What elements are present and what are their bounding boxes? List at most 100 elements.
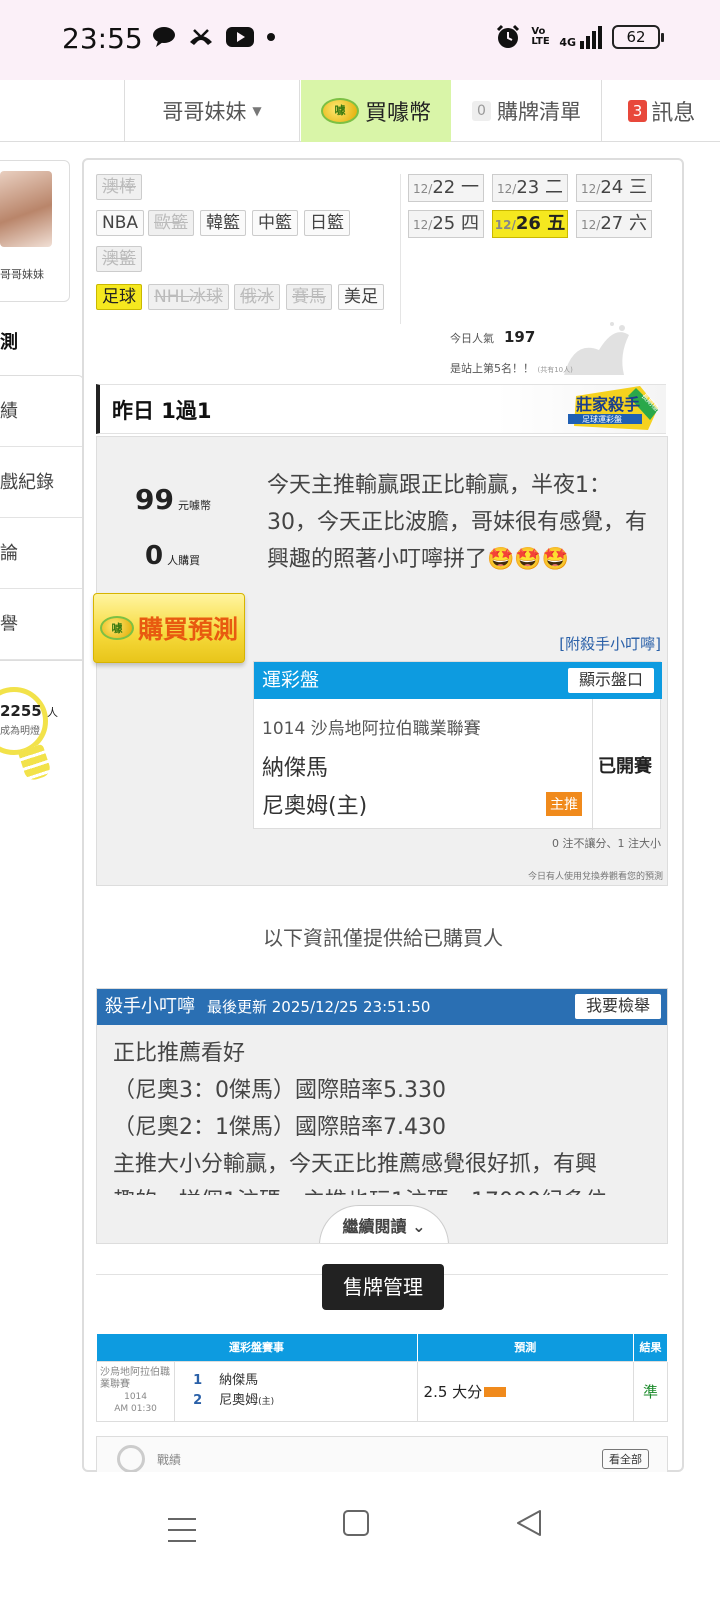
match-status: 已開賽 (598, 756, 652, 777)
report-button[interactable]: 我要檢舉 (575, 994, 661, 1019)
sidebar-menu: 績 戲紀錄 論 譽 (0, 375, 84, 661)
odds-divider (592, 699, 593, 830)
price-unit: 元噱幣 (177, 499, 211, 512)
caret-down-icon: ▼ (252, 104, 262, 118)
column-header-match: 運彩盤賽事 (96, 1334, 418, 1361)
volte-icon: Vo LTE (531, 26, 550, 47)
sport-tag-aus-baseball[interactable]: 澳棒 (96, 174, 142, 200)
sport-tag-horse-racing[interactable]: 賽馬 (286, 284, 332, 310)
coin-icon: 噱 (99, 616, 134, 640)
tip-line: 主推大小分輸贏，今天正比推薦感覺很好抓，有興 (113, 1152, 598, 1177)
cart-count-badge: 0 (472, 101, 491, 121)
prediction-value: 2.5 大分 (423, 1382, 483, 1401)
sport-tag-korea-basketball[interactable]: 韓籃 (200, 210, 246, 236)
buy-prediction-label: 購買預測 (137, 615, 238, 644)
home-icon[interactable] (343, 1510, 369, 1536)
back-icon[interactable] (514, 1508, 544, 1538)
sidebar-item-record[interactable]: 績 (0, 376, 83, 447)
beacon-caption: 成為明燈 (0, 726, 40, 737)
date-tab[interactable]: 12/27 六 (576, 210, 652, 238)
chevron-down-icon: ⌄ (412, 1217, 426, 1236)
buyer-count: 0 人購買 (145, 541, 200, 571)
date-tab[interactable]: 12/22 一 (408, 174, 484, 202)
popularity: 今日人氣 197 (450, 328, 535, 346)
system-icons: Vo LTE 4G 62 (495, 24, 664, 50)
record-label: 戰績 (157, 1453, 182, 1467)
recent-apps-icon[interactable] (168, 1518, 196, 1542)
sell-management-button[interactable]: 售牌管理 (322, 1264, 444, 1310)
sport-tag-nba[interactable]: NBA (96, 210, 145, 236)
chat-icon (153, 27, 175, 47)
attach-tips-link[interactable]: [附殺手小叮嚀] (559, 633, 661, 654)
buy-coins-label: 買噱幣 (364, 101, 431, 126)
lightbulb-base-icon (17, 743, 53, 783)
killer-tips-header: 殺手小叮嚀 最後更新 2025/12/25 23:51:50 我要檢舉 (97, 989, 667, 1025)
cart-button[interactable]: 0 購牌清單 (452, 80, 602, 142)
voucher-note: 今日有人使用兌換券觀看您的預測 (527, 872, 663, 882)
rank-note: (共有10人) (537, 366, 573, 374)
table-row[interactable]: 沙烏地阿拉伯職業聯賽 1014 AM 01:30 1 納傑馬 2 尼奧姆(主) 2.… (95, 1360, 669, 1422)
date-day: 25 (432, 213, 456, 234)
match-time: AM 01:30 (114, 1404, 157, 1414)
buyer-count-value: 0 (145, 541, 164, 571)
sport-tag-japan-basketball[interactable]: 日籃 (304, 210, 350, 236)
date-tab[interactable]: 12/24 三 (576, 174, 652, 202)
buy-prediction-button[interactable]: 噱 購買預測 (93, 593, 245, 663)
show-odds-button[interactable]: 顯示盤口 (568, 668, 654, 693)
sport-tag-russia-hockey[interactable]: 俄冰 (234, 284, 280, 310)
messages-button[interactable]: 3 訊息 (603, 80, 720, 142)
date-month: 12/ (413, 182, 433, 196)
sport-tag-china-basketball[interactable]: 中籃 (252, 210, 298, 236)
tip-line: 趣的，拼個1注碼，主推也玩1注碼，17000紀多位 (113, 1183, 653, 1195)
network-4g-label: 4G (559, 35, 576, 49)
column-header-prediction: 預測 (417, 1334, 634, 1361)
odds-title: 運彩盤 (262, 669, 320, 691)
date-tab-selected[interactable]: 12/26 五 (492, 210, 568, 238)
date-day: 24 (600, 177, 624, 198)
results-table: 運彩盤賽事 預測 結果 沙烏地阿拉伯職業聯賽 1014 AM 01:30 1 納傑… (95, 1334, 669, 1422)
view-all-button[interactable]: 看全部 (602, 1449, 649, 1469)
main-pick-mini-badge (484, 1387, 507, 1397)
team-name: 納傑馬 (219, 1372, 259, 1388)
alarm-icon (497, 24, 520, 48)
sport-tag-euro-basketball[interactable]: 歐籃 (148, 210, 194, 236)
filter-divider (400, 174, 401, 324)
date-day: 22 (432, 177, 456, 198)
clock: 23:55 (62, 22, 143, 55)
sidebar-item-game-log[interactable]: 戲紀錄 (0, 447, 83, 518)
top-nav: 哥哥妹妹 ▼ 噱 買噱幣 0 購牌清單 3 訊息 (0, 80, 720, 142)
profile-card[interactable]: 哥哥妹妹 (0, 160, 70, 302)
popularity-label: 今日人氣 (450, 332, 494, 345)
date-tab[interactable]: 12/23 二 (492, 174, 568, 202)
battery-icon: 62 (612, 25, 664, 49)
buy-coins-button[interactable]: 噱 買噱幣 (301, 80, 451, 142)
price: 99 元噱幣 (135, 483, 211, 516)
youtube-icon (226, 27, 254, 47)
date-weekday: 一 (460, 177, 479, 198)
sidebar: 哥哥妹妹 測 績 戲紀錄 論 譽 2255 人 成為明燈 (0, 142, 84, 1472)
date-weekday: 六 (628, 213, 647, 234)
sidebar-item-comments[interactable]: 論 (0, 518, 83, 589)
sport-tag-soccer[interactable]: 足球 (96, 284, 142, 310)
beacon-count-unit: 人 (46, 706, 58, 719)
prediction-box: 99 元噱幣 0 人購買 噱 購買預測 今天主推輸贏跟正比輸贏，半夜1：30，今天正… (93, 436, 668, 886)
date-month: 12/ (413, 218, 433, 232)
date-weekday: 二 (544, 177, 563, 198)
team-line: 1 納傑馬 (193, 1371, 416, 1391)
read-more-button[interactable]: 繼續閱讀 ⌄ (319, 1205, 449, 1243)
sport-tag-aus-basketball[interactable]: 澳籃 (96, 246, 142, 272)
away-team: 納傑馬 (262, 756, 329, 781)
sport-tag-american-football[interactable]: 美足 (338, 284, 384, 310)
avatar[interactable] (0, 171, 52, 247)
badge-subtitle: 足球運彩盤 (582, 414, 622, 424)
date-tab[interactable]: 12/25 四 (408, 210, 484, 238)
sidebar-item-reputation[interactable]: 譽 (0, 589, 83, 660)
buyers-only-notice: 以下資訊僅提供給已購買人 (263, 926, 503, 950)
profile-name: 哥哥妹妹 (0, 268, 44, 281)
missed-call-icon (190, 29, 212, 45)
date-weekday: 五 (547, 213, 566, 234)
home-marker: (主) (258, 1396, 275, 1407)
user-dropdown[interactable]: 哥哥妹妹 ▼ (124, 80, 300, 142)
killer-tips-box: 殺手小叮嚀 最後更新 2025/12/25 23:51:50 我要檢舉 正比推薦看… (96, 988, 668, 1244)
sport-tag-nhl[interactable]: NHL冰球 (148, 284, 229, 310)
